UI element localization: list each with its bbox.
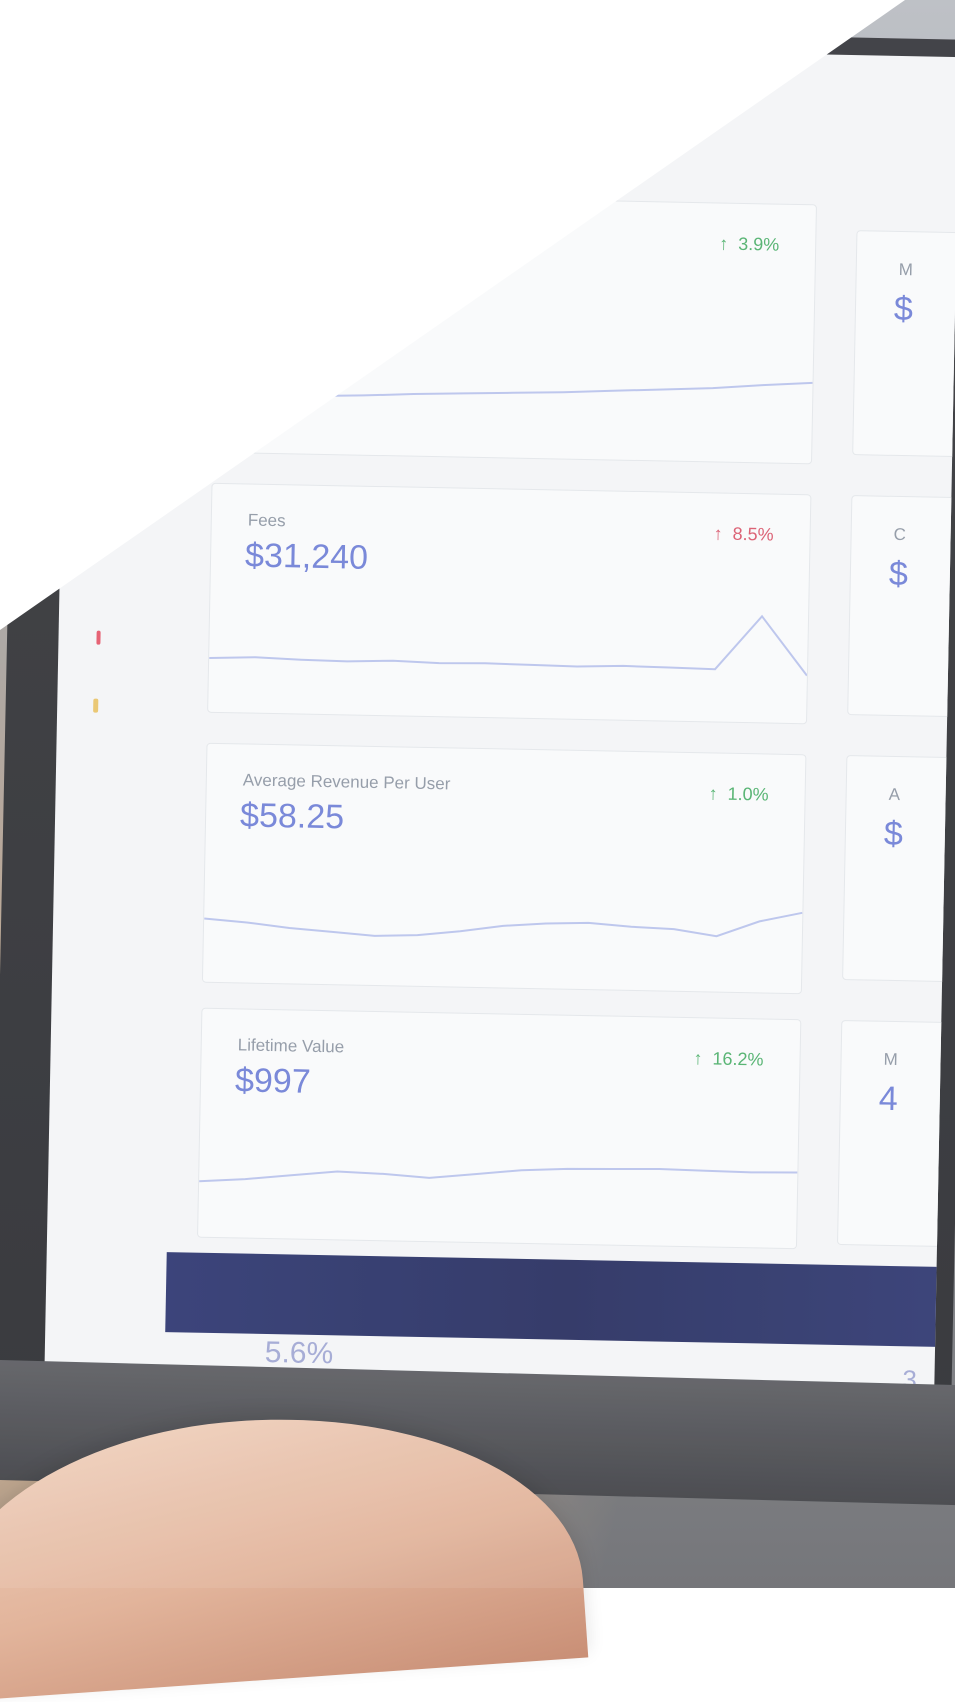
metric-change-value: 8.5% [732, 523, 774, 545]
metric-card-revenue[interactable]: enue ↑ 3.9% [212, 192, 817, 465]
sparkline-chart [209, 614, 808, 677]
metric-label: Lifetime Value [237, 1035, 345, 1057]
arrow-up-icon: ↑ [718, 233, 729, 254]
metric-change-value: 3.9% [737, 233, 780, 255]
warning-indicator-icon [93, 698, 99, 713]
metric-value: 4 [878, 1079, 899, 1119]
sparkline-chart [214, 381, 813, 400]
metric-label: enue [427, 223, 466, 244]
sparkline-path [199, 1167, 798, 1183]
partial-metric-value: 5.6% [264, 1335, 334, 1371]
metric-card-right[interactable]: M $ [852, 230, 955, 459]
metric-value: $ [883, 814, 904, 854]
metric-change: ↑ 1.0% [708, 783, 768, 805]
metric-card-fees[interactable]: Fees $31,240 ↑ 8.5% [207, 482, 812, 725]
sparkline-chart [199, 1167, 798, 1183]
sidebar-indicators [87, 620, 109, 740]
metric-card-right[interactable]: C $ [847, 495, 955, 719]
metric-change-value: 1.0% [727, 783, 769, 805]
metric-card-right[interactable]: A $ [842, 755, 955, 984]
arrow-up-icon: ↑ [693, 1048, 703, 1069]
metric-value: $ [893, 289, 914, 329]
metric-change: ↑ 16.2% [693, 1048, 763, 1070]
metric-change: ↑ 8.5% [713, 523, 773, 545]
metric-value: $58.25 [239, 796, 345, 837]
metric-label: C [893, 524, 907, 545]
metric-label: Fees [247, 510, 286, 531]
metric-label: Average Revenue Per User [242, 770, 451, 794]
metric-change: ↑ 3.9% [719, 234, 779, 256]
sparkline-path [209, 614, 808, 677]
metric-value: $ [888, 554, 909, 594]
metric-card-arpu[interactable]: Average Revenue Per User $58.25 ↑ 1.0% [201, 742, 807, 995]
metric-change-value: 16.2% [712, 1048, 764, 1070]
sparkline-path [204, 911, 803, 938]
arrow-up-icon: ↑ [713, 523, 723, 544]
sparkline-chart [204, 911, 803, 938]
metric-card-right[interactable]: M 4 [837, 1019, 955, 1249]
laptop-screen: enue ↑ 3.9% Fees $31,240 ↑ 8.5% Average Re… [44, 40, 955, 1397]
metric-label: M [883, 1049, 898, 1070]
sparkline-path [214, 381, 813, 400]
metric-card-lifetime-value[interactable]: Lifetime Value $997 ↑ 16.2% [197, 1007, 802, 1250]
metric-label: A [888, 784, 901, 805]
bottom-banner [165, 1252, 955, 1348]
arrow-up-icon: ↑ [708, 783, 718, 804]
metric-label: M [898, 259, 914, 280]
metric-value: $31,240 [244, 536, 369, 577]
metric-value: $997 [234, 1061, 312, 1101]
alert-indicator-icon [96, 630, 101, 645]
